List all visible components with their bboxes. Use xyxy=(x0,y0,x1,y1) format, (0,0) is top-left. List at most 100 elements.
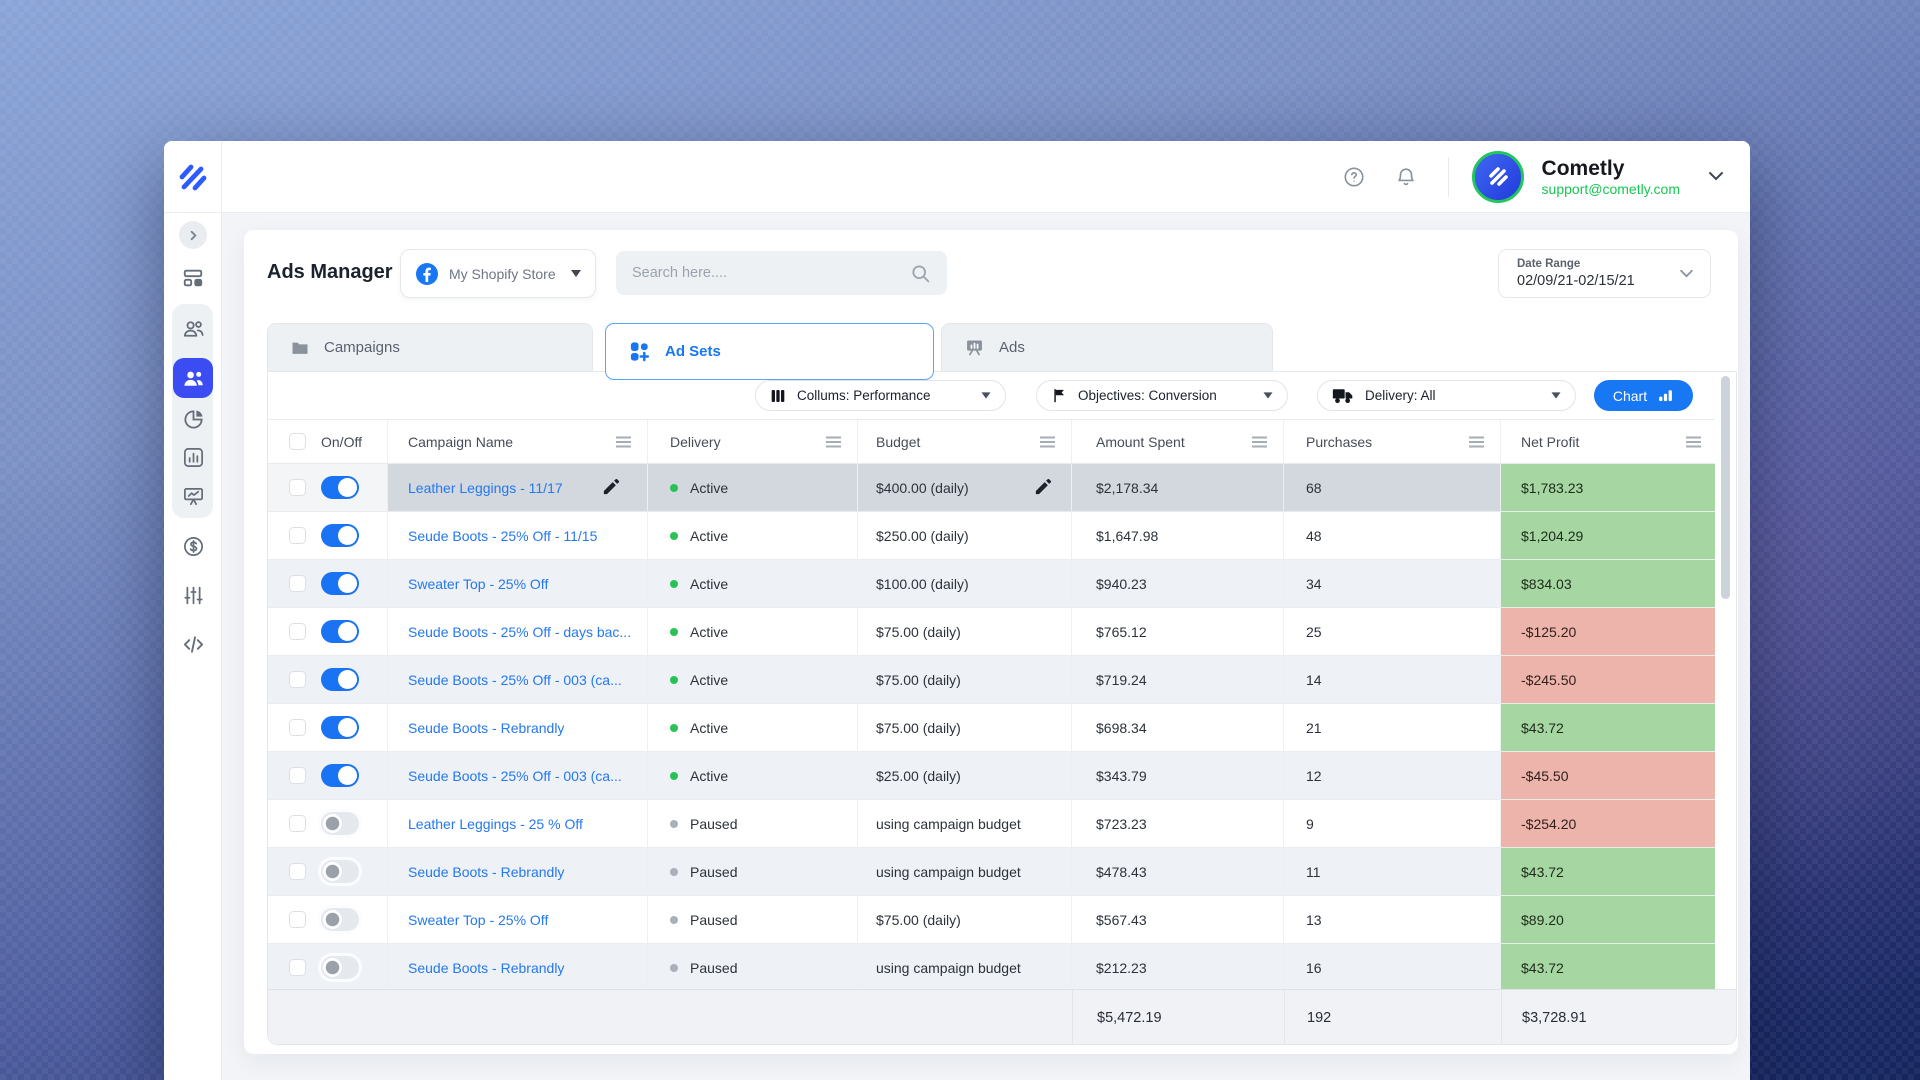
delivery-status: Active xyxy=(690,672,728,688)
net-profit-value: $89.20 xyxy=(1501,896,1717,943)
header-campaign-name[interactable]: Campaign Name xyxy=(388,420,648,463)
sidebar-item-dashboard[interactable] xyxy=(173,258,213,298)
header-amount-spent[interactable]: Amount Spent xyxy=(1072,420,1284,463)
campaign-name-link[interactable]: Leather Leggings - 11/17 xyxy=(408,480,563,496)
status-dot xyxy=(670,628,678,636)
onoff-toggle[interactable] xyxy=(321,812,359,835)
table-header-row: On/Off Campaign Name Delivery Budget Amo… xyxy=(268,419,1717,464)
sidebar-expand-button[interactable] xyxy=(173,215,213,255)
row-checkbox[interactable] xyxy=(289,527,306,544)
date-range-selector[interactable]: Date Range 02/09/21-02/15/21 xyxy=(1498,249,1711,298)
column-menu-icon[interactable] xyxy=(1040,441,1055,443)
sidebar-item-developer[interactable] xyxy=(173,624,213,664)
onoff-toggle[interactable] xyxy=(321,956,359,979)
table-row: Seude Boots - Rebrandly Active $75.00 (d… xyxy=(268,704,1717,752)
row-checkbox[interactable] xyxy=(289,575,306,592)
campaign-name-link[interactable]: Seude Boots - Rebrandly xyxy=(408,720,564,736)
main-content: Ads Manager My Shopify Store Date Range xyxy=(222,213,1750,1080)
row-checkbox[interactable] xyxy=(289,479,306,496)
column-menu-icon[interactable] xyxy=(826,441,841,443)
scrollbar-track xyxy=(1715,372,1736,989)
row-checkbox[interactable] xyxy=(289,671,306,688)
total-net-profit: $3,728.91 xyxy=(1501,990,1737,1045)
onoff-toggle[interactable] xyxy=(321,668,359,691)
delivery-filter-label: Delivery: All xyxy=(1365,388,1436,403)
search-icon[interactable] xyxy=(910,263,931,284)
columns-filter-dropdown[interactable]: Collums: Performance xyxy=(755,380,1006,411)
tab-campaigns[interactable]: Campaigns xyxy=(267,323,593,371)
amount-spent-value: $2,178.34 xyxy=(1072,464,1284,511)
row-checkbox[interactable] xyxy=(289,815,306,832)
search-input[interactable] xyxy=(632,265,910,281)
sidebar-item-billing[interactable] xyxy=(173,526,213,566)
sidebar-item-ad-sets[interactable] xyxy=(173,358,213,398)
campaign-name-link[interactable]: Sweater Top - 25% Off xyxy=(408,576,548,592)
sidebar-item-audience[interactable] xyxy=(173,308,213,348)
column-menu-icon[interactable] xyxy=(1469,441,1484,443)
sidebar-item-reports[interactable] xyxy=(173,437,213,477)
account-menu[interactable]: Cometly support@cometly.com xyxy=(1471,150,1724,204)
row-checkbox[interactable] xyxy=(289,863,306,880)
date-range-label: Date Range xyxy=(1517,257,1679,271)
app-logo[interactable] xyxy=(164,141,222,213)
objectives-filter-dropdown[interactable]: Objectives: Conversion xyxy=(1036,380,1288,411)
table-row: Seude Boots - 25% Off - 003 (ca... Activ… xyxy=(268,752,1717,800)
campaign-name-link[interactable]: Sweater Top - 25% Off xyxy=(408,912,548,928)
edit-name-pencil-icon[interactable] xyxy=(601,477,621,500)
onoff-toggle[interactable] xyxy=(321,908,359,931)
column-menu-icon[interactable] xyxy=(1252,441,1267,443)
edit-budget-pencil-icon[interactable] xyxy=(1033,477,1053,500)
campaign-name-link[interactable]: Seude Boots - 25% Off - days bac... xyxy=(408,624,631,640)
onoff-toggle[interactable] xyxy=(321,716,359,739)
row-checkbox[interactable] xyxy=(289,767,306,784)
header-budget[interactable]: Budget xyxy=(858,420,1072,463)
tab-ads[interactable]: Ads xyxy=(941,323,1273,371)
net-profit-value: $834.03 xyxy=(1501,560,1717,607)
vertical-scrollbar[interactable] xyxy=(1721,376,1730,599)
tab-ad-sets[interactable]: Ad Sets xyxy=(605,323,934,380)
sidebar-item-performance[interactable] xyxy=(173,476,213,516)
campaign-name-link[interactable]: Seude Boots - 25% Off - 11/15 xyxy=(408,528,597,544)
row-checkbox[interactable] xyxy=(289,719,306,736)
net-profit-value: $1,204.29 xyxy=(1501,512,1717,559)
purchases-value: 14 xyxy=(1284,656,1501,703)
row-checkbox[interactable] xyxy=(289,911,306,928)
header-delivery[interactable]: Delivery xyxy=(648,420,858,463)
header-purchases[interactable]: Purchases xyxy=(1284,420,1501,463)
delivery-status: Paused xyxy=(690,816,737,832)
chevron-right-icon xyxy=(179,221,207,249)
page-title: Ads Manager xyxy=(267,261,393,284)
amount-spent-value: $212.23 xyxy=(1072,944,1284,989)
sidebar-item-analytics[interactable] xyxy=(173,399,213,439)
delivery-filter-dropdown[interactable]: Delivery: All xyxy=(1317,380,1576,411)
column-menu-icon[interactable] xyxy=(1686,441,1701,443)
columns-filter-label: Collums: Performance xyxy=(797,388,931,403)
campaign-name-link[interactable]: Leather Leggings - 25 % Off xyxy=(408,816,583,832)
onoff-toggle[interactable] xyxy=(321,524,359,547)
header-net-profit[interactable]: Net Profit xyxy=(1501,420,1717,463)
row-checkbox[interactable] xyxy=(289,623,306,640)
select-all-checkbox[interactable] xyxy=(289,433,306,450)
table-row: Seude Boots - 25% Off - 11/15 Active $25… xyxy=(268,512,1717,560)
status-dot xyxy=(670,916,678,924)
budget-value: $100.00 (daily) xyxy=(876,576,969,592)
column-menu-icon[interactable] xyxy=(616,441,631,443)
filter-row: Collums: Performance Objectives: Convers… xyxy=(268,372,1736,419)
campaign-name-link[interactable]: Seude Boots - Rebrandly xyxy=(408,864,564,880)
campaign-name-link[interactable]: Seude Boots - 25% Off - 003 (ca... xyxy=(408,672,622,688)
onoff-toggle[interactable] xyxy=(321,572,359,595)
chart-button[interactable]: Chart xyxy=(1594,380,1693,411)
store-selector[interactable]: My Shopify Store xyxy=(400,249,596,298)
campaign-name-link[interactable]: Seude Boots - Rebrandly xyxy=(408,960,564,976)
campaign-name-link[interactable]: Seude Boots - 25% Off - 003 (ca... xyxy=(408,768,622,784)
onoff-toggle[interactable] xyxy=(321,476,359,499)
onoff-toggle[interactable] xyxy=(321,620,359,643)
onoff-toggle[interactable] xyxy=(321,764,359,787)
help-icon[interactable] xyxy=(1342,165,1366,189)
sidebar-item-settings[interactable] xyxy=(173,575,213,615)
account-chevron-down-icon[interactable] xyxy=(1708,168,1724,186)
notifications-bell-icon[interactable] xyxy=(1394,165,1418,189)
onoff-toggle[interactable] xyxy=(321,860,359,883)
sliders-icon xyxy=(183,585,204,606)
row-checkbox[interactable] xyxy=(289,959,306,976)
